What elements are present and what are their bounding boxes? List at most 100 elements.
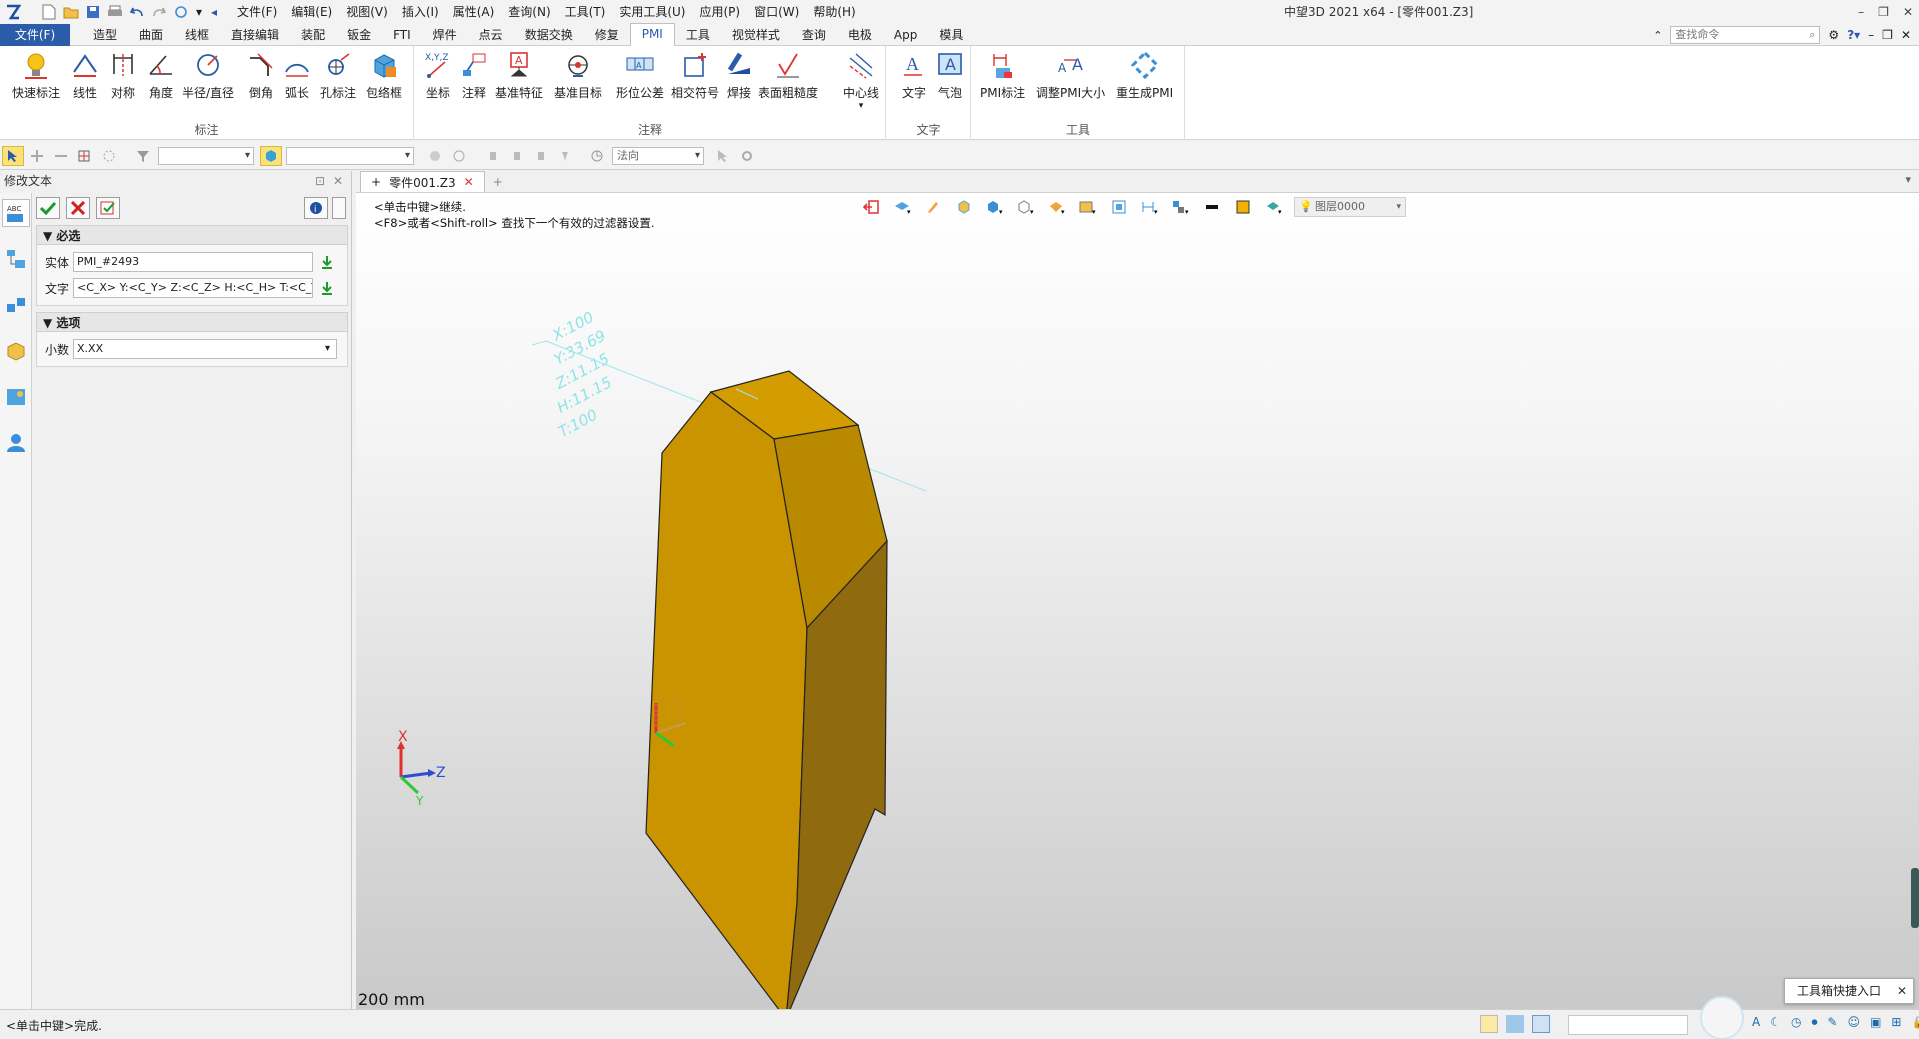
tab-direct-edit[interactable]: 直接编辑 — [220, 24, 290, 46]
tab-repair[interactable]: 修复 — [584, 24, 630, 46]
regenerate-pmi-button[interactable]: 重生成PMI — [1116, 50, 1173, 101]
screen-icon[interactable] — [1506, 1015, 1524, 1033]
entity-pick-icon[interactable] — [319, 254, 335, 270]
layout-icon[interactable] — [1480, 1015, 1498, 1033]
tab-weldment[interactable]: 焊件 — [422, 24, 468, 46]
tab-list-icon[interactable]: ▾ — [1905, 173, 1911, 186]
mic-icon[interactable]: ⏺ — [1811, 1015, 1817, 1030]
new-tab-icon[interactable]: + — [493, 175, 503, 189]
confirm-button[interactable] — [36, 197, 60, 219]
tab-tools[interactable]: 工具 — [675, 24, 721, 46]
file-tab[interactable]: 文件(F) — [0, 23, 70, 46]
moon-icon[interactable]: ☾ — [1770, 1015, 1781, 1030]
toolbox-tooltip[interactable]: 工具箱快捷入口 ✕ — [1784, 978, 1914, 1004]
stop-icon[interactable] — [424, 146, 446, 166]
open-folder-icon[interactable] — [62, 3, 80, 21]
tab-mold[interactable]: 模具 — [928, 24, 974, 46]
tab-visual-style[interactable]: 视觉样式 — [721, 24, 791, 46]
wrench-icon[interactable]: ✎ — [1827, 1015, 1837, 1030]
line-filter-icon[interactable] — [50, 146, 72, 166]
grid-icon[interactable]: ⊞ — [1891, 1015, 1901, 1030]
assembly-tree-icon[interactable] — [2, 291, 30, 319]
tab-wireframe[interactable]: 线框 — [174, 24, 220, 46]
centerline-dropdown-icon[interactable]: ▾ — [859, 101, 864, 111]
symmetric-button[interactable]: 对称 — [108, 50, 138, 101]
text-pick-icon[interactable] — [319, 280, 335, 296]
angle-button[interactable]: 角度 — [146, 50, 176, 101]
menu-inquire[interactable]: 查询(N) — [501, 0, 557, 24]
filter-combo[interactable] — [158, 146, 254, 165]
tab-point-cloud[interactable]: 点云 — [468, 24, 514, 46]
arc-length-button[interactable]: 弧长 — [282, 50, 312, 101]
centerline-button[interactable]: 中心线 ▾ — [843, 50, 879, 111]
text-field[interactable]: <C_X> Y:<C_Y> Z:<C_Z> H:<C_H> T:<C_T> — [73, 278, 313, 298]
view-manager-icon[interactable] — [2, 383, 30, 411]
pmi-annotation[interactable]: X:100 Y:33.69 Z:11.15 H:11.15 T:100 — [514, 307, 640, 441]
pmi-dim-button[interactable]: PMI标注 — [980, 50, 1025, 101]
text-edit-tab-icon[interactable]: ABC — [2, 199, 30, 227]
menu-tools[interactable]: 工具(T) — [558, 0, 613, 24]
history-tree-icon[interactable] — [2, 245, 30, 273]
close-icon[interactable]: ✕ — [1903, 0, 1913, 24]
options-section-header[interactable]: ▼ 选项 — [36, 312, 348, 332]
cancel-button[interactable] — [66, 197, 90, 219]
grid-filter-icon[interactable] — [74, 146, 96, 166]
linear-button[interactable]: 线性 — [70, 50, 100, 101]
required-section-header[interactable]: ▼ 必选 — [36, 225, 348, 245]
panel-close-icon[interactable]: ✕ — [333, 171, 343, 191]
pick-filter-icon[interactable] — [26, 146, 48, 166]
rotate-view-icon[interactable] — [586, 146, 608, 166]
info-button[interactable]: i — [304, 197, 328, 219]
restore-icon[interactable]: ❐ — [1878, 0, 1889, 24]
adjust-pmi-size-button[interactable]: AA 调整PMI大小 — [1036, 50, 1105, 101]
font-a-icon[interactable]: A — [1752, 1015, 1760, 1030]
clock-icon[interactable]: ◷ — [1791, 1015, 1801, 1030]
app-logo-icon[interactable] — [4, 3, 22, 21]
tab-app[interactable]: App — [883, 24, 928, 46]
pin-icon[interactable] — [554, 146, 576, 166]
menu-help[interactable]: 帮助(H) — [806, 0, 862, 24]
tab-fti[interactable]: FTI — [382, 24, 422, 46]
side-handle[interactable] — [1911, 868, 1919, 928]
selection-combo[interactable] — [286, 146, 414, 165]
part-library-icon[interactable] — [2, 337, 30, 365]
minimize-icon[interactable]: – — [1858, 0, 1864, 24]
text-button[interactable]: A 文字 — [899, 50, 929, 101]
cube-filter-icon[interactable] — [260, 145, 282, 166]
doc-tab-close-icon[interactable]: ✕ — [464, 175, 474, 189]
radius-diameter-button[interactable]: 半径/直径 — [182, 50, 234, 101]
decimal-select[interactable]: X.XX — [73, 339, 337, 359]
settings-gear-icon[interactable]: ⚙ — [1828, 28, 1839, 42]
quick-dim-button[interactable]: 快速标注 — [12, 50, 60, 101]
menu-attribute[interactable]: 属性(A) — [446, 0, 502, 24]
menu-edit[interactable]: 编辑(E) — [284, 0, 339, 24]
smile-icon[interactable]: ☺ — [1848, 1015, 1861, 1030]
menu-file[interactable]: 文件(F) — [230, 0, 284, 24]
bounding-box-button[interactable]: 包络框 — [366, 50, 402, 101]
ribbon-close-icon[interactable]: ✕ — [1901, 28, 1911, 42]
tab-sheetmetal[interactable]: 钣金 — [336, 24, 382, 46]
intersection-symbol-button[interactable]: 相交符号 — [671, 50, 719, 101]
coordinate-button[interactable]: X,Y,Z 坐标 — [423, 50, 453, 101]
user-role-icon[interactable] — [2, 429, 30, 457]
filter-funnel-icon[interactable] — [132, 146, 154, 166]
tooltip-close-icon[interactable]: ✕ — [1897, 979, 1907, 1003]
hole-dim-button[interactable]: 孔标注 — [320, 50, 356, 101]
datum-feature-button[interactable]: A 基准特征 — [495, 50, 543, 101]
surface-roughness-button[interactable]: 表面粗糙度 — [758, 50, 818, 101]
print-icon[interactable] — [106, 3, 124, 21]
align-left-icon[interactable] — [482, 146, 504, 166]
3d-viewport[interactable]: <单击中键>继续. <F8>或者<Shift-roll> 查找下一个有效的过滤器… — [356, 193, 1919, 1009]
tool-settings-icon[interactable] — [736, 146, 758, 166]
align-center-icon[interactable] — [506, 146, 528, 166]
circle-select-icon[interactable] — [98, 146, 120, 166]
normal-direction-combo[interactable]: 法向 — [612, 146, 704, 165]
menu-insert[interactable]: 插入(I) — [395, 0, 446, 24]
weld-button[interactable]: 焊接 — [724, 50, 754, 101]
tab-inquire[interactable]: 查询 — [791, 24, 837, 46]
datum-target-button[interactable]: 基准目标 — [554, 50, 602, 101]
regen-icon[interactable] — [172, 3, 190, 21]
window-icon[interactable] — [1532, 1015, 1550, 1033]
undo-icon[interactable] — [128, 3, 146, 21]
ribbon-restore-icon[interactable]: ❐ — [1882, 28, 1893, 42]
